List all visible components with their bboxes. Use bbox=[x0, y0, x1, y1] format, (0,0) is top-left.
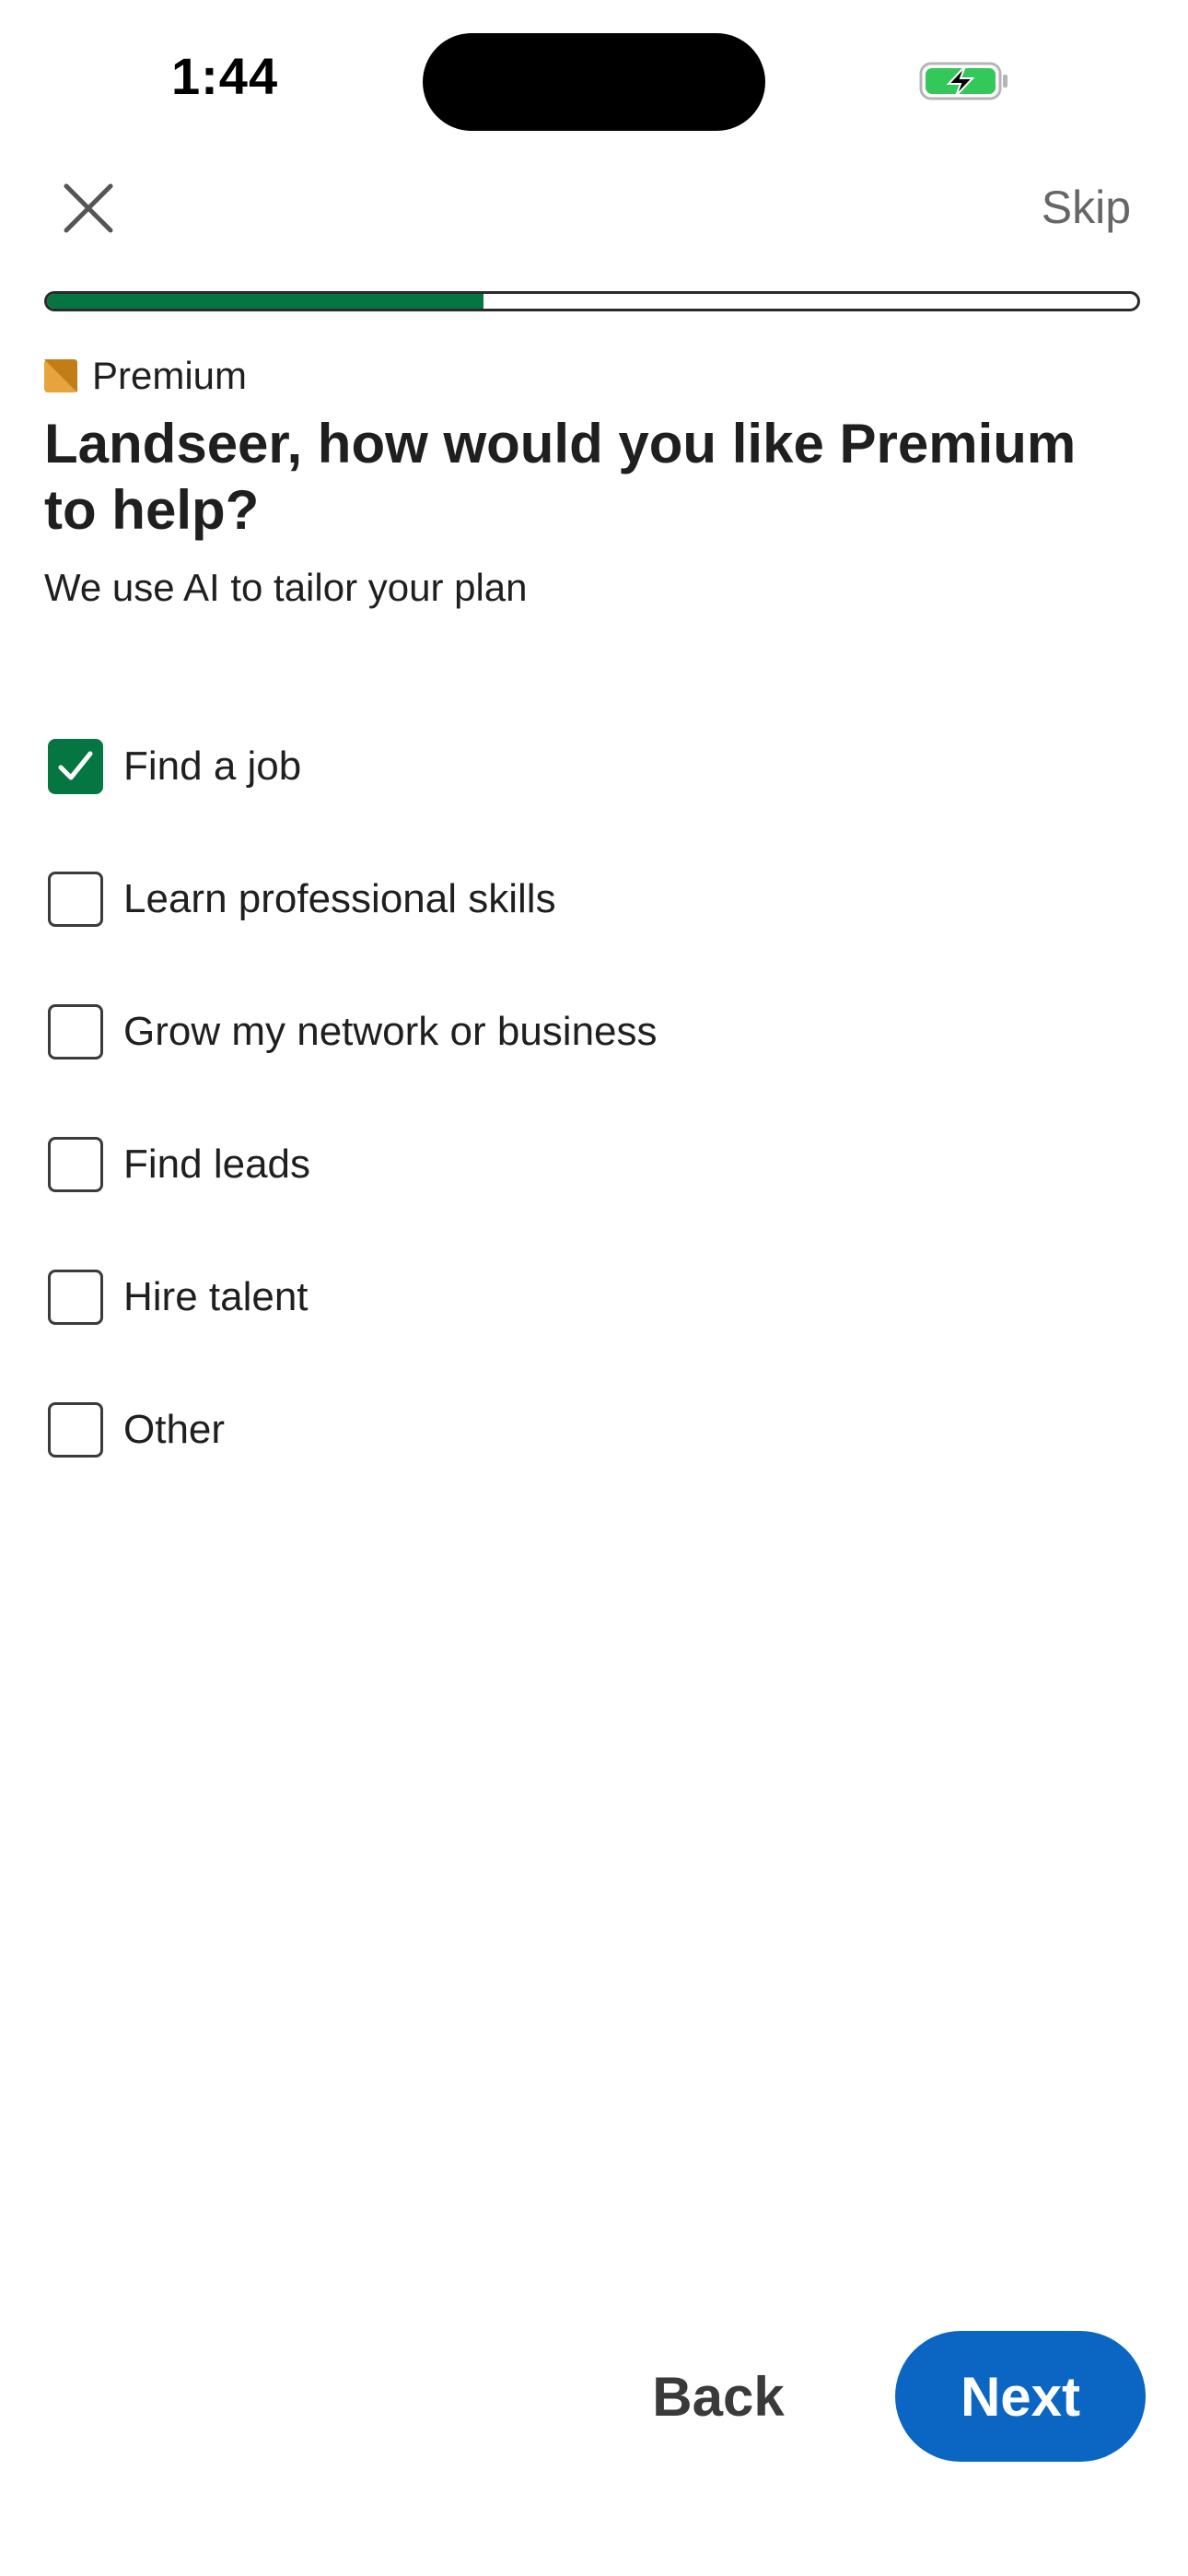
dynamic-island bbox=[423, 33, 765, 131]
battery-charging-icon bbox=[919, 62, 1007, 100]
option-label: Learn professional skills bbox=[123, 876, 556, 921]
progress-fill bbox=[47, 294, 483, 309]
premium-label: Premium bbox=[92, 354, 248, 397]
page-subtitle: We use AI to tailor your plan bbox=[44, 566, 528, 609]
option-row[interactable]: Find leads bbox=[48, 1098, 1135, 1231]
close-button[interactable] bbox=[55, 175, 122, 241]
checkmark-icon bbox=[58, 751, 93, 780]
option-row[interactable]: Other bbox=[48, 1364, 1135, 1496]
goal-options-list: Find a job Learn professional skills Grow … bbox=[48, 700, 1135, 1496]
option-label: Hire talent bbox=[123, 1274, 309, 1319]
checkbox[interactable] bbox=[48, 1137, 103, 1192]
status-time: 1:44 bbox=[171, 47, 279, 105]
checkbox[interactable] bbox=[48, 1402, 103, 1458]
option-label: Find a job bbox=[123, 744, 302, 789]
checkbox-checked[interactable] bbox=[48, 739, 103, 794]
checkbox[interactable] bbox=[48, 1004, 103, 1060]
checkbox[interactable] bbox=[48, 1270, 103, 1325]
option-row[interactable]: Hire talent bbox=[48, 1231, 1135, 1364]
progress-bar bbox=[44, 291, 1140, 311]
skip-button[interactable]: Skip bbox=[1042, 181, 1131, 234]
premium-label-row: Premium bbox=[44, 354, 247, 398]
page-title: Landseer, how would you like Premium to … bbox=[44, 413, 1077, 541]
option-row[interactable]: Find a job bbox=[48, 700, 1135, 833]
option-row[interactable]: Learn professional skills bbox=[48, 833, 1135, 966]
option-label: Find leads bbox=[123, 1142, 311, 1187]
option-label: Grow my network or business bbox=[123, 1009, 658, 1054]
next-button[interactable]: Next bbox=[895, 2331, 1146, 2462]
premium-badge-icon bbox=[44, 359, 77, 392]
option-row[interactable]: Grow my network or business bbox=[48, 966, 1135, 1098]
back-button[interactable]: Back bbox=[645, 2346, 792, 2447]
close-icon bbox=[64, 183, 113, 233]
option-label: Other bbox=[123, 1407, 226, 1452]
checkbox[interactable] bbox=[48, 872, 103, 927]
